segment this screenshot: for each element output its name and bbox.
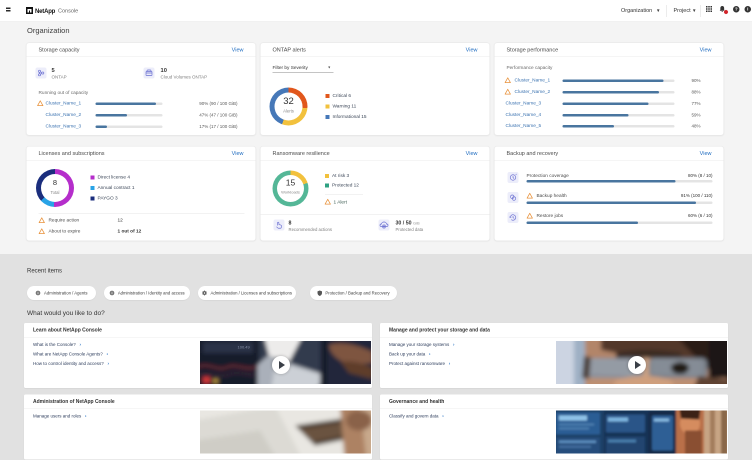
svg-text:100.49: 100.49 — [238, 345, 251, 350]
